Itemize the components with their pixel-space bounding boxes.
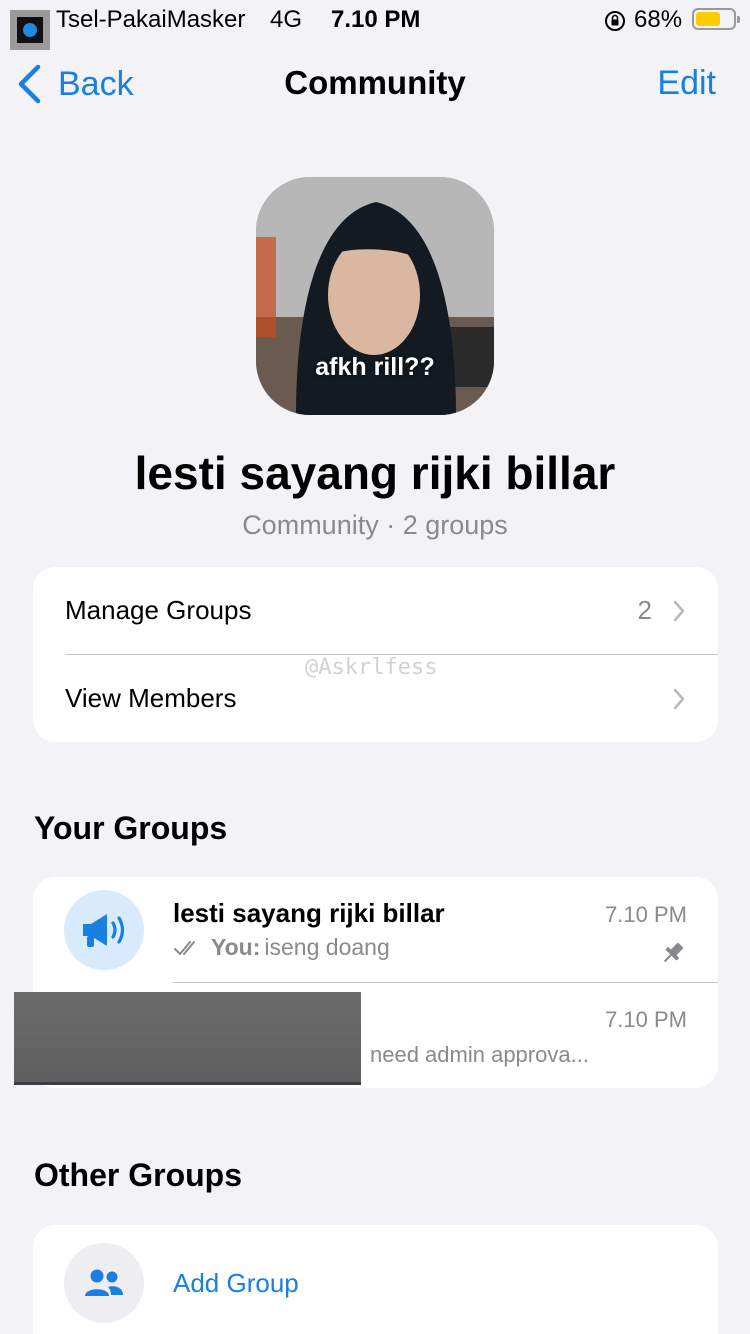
pin-icon — [663, 943, 683, 963]
add-group-row[interactable]: Add Group — [33, 1225, 718, 1334]
group-name: lesti sayang rijki billar — [173, 898, 445, 928]
nav-title: Community — [284, 64, 466, 101]
group-time: 7.10 PM — [605, 902, 687, 927]
view-members-label: View Members — [65, 683, 237, 713]
manage-groups-label: Manage Groups — [65, 595, 252, 625]
battery-percent: 68% — [634, 6, 683, 33]
edit-button[interactable]: Edit — [657, 64, 716, 103]
add-group-label: Add Group — [173, 1268, 299, 1298]
other-groups-card: Add Group — [33, 1225, 718, 1334]
manage-groups-count: 2 — [637, 595, 652, 625]
redaction-overlay — [14, 992, 361, 1082]
community-actions-card: Manage Groups 2 @Askrlfess View Members — [33, 567, 718, 742]
megaphone-icon — [83, 914, 125, 947]
manage-groups-row[interactable]: Manage Groups 2 — [33, 567, 718, 655]
add-group-avatar — [64, 1243, 144, 1323]
people-icon — [85, 1269, 123, 1296]
other-groups-heading: Other Groups — [34, 1157, 243, 1193]
group-time: 7.10 PM — [605, 1007, 687, 1032]
view-members-row[interactable]: View Members — [33, 655, 718, 742]
status-bar: Tsel-PakaiMasker 4G 7.10 PM 68% — [0, 0, 750, 50]
community-subtitle: Community · 2 groups — [242, 510, 508, 540]
avatar-caption: afkh rill?? — [315, 353, 435, 381]
community-info-screen: Tsel-PakaiMasker 4G 7.10 PM 68% Back Com… — [0, 0, 750, 1334]
chevron-right-icon — [673, 600, 685, 622]
community-name: lesti sayang rijki billar — [134, 447, 616, 499]
network-type: 4G — [270, 6, 303, 33]
battery-icon — [692, 8, 740, 30]
group-row[interactable]: lesti sayang rijki billar 7.10 PM You: i… — [33, 877, 718, 983]
app-icon — [10, 10, 50, 50]
community-avatar[interactable]: afkh rill?? — [256, 177, 494, 415]
status-time: 7.10 PM — [331, 6, 421, 33]
carrier-name: Tsel-PakaiMasker — [56, 6, 246, 33]
your-groups-heading: Your Groups — [34, 810, 228, 846]
chevron-right-icon — [673, 688, 685, 710]
group-last-message: need admin approva... — [370, 1042, 589, 1067]
read-checkmarks-icon — [174, 940, 195, 955]
group-last-message: You: iseng doang — [173, 934, 390, 961]
announcement-group-avatar — [64, 890, 144, 970]
message-sender: You: — [211, 934, 261, 960]
orientation-lock-icon — [605, 11, 625, 31]
message-text: iseng doang — [264, 934, 390, 960]
